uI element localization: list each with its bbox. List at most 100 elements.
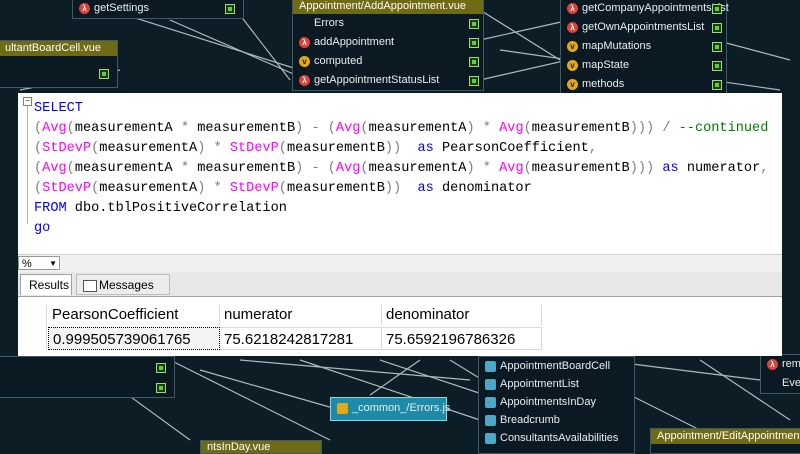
node-row: λ getCompanyAppointmentsList [561, 0, 729, 18]
node-row: v mapState [561, 56, 726, 75]
sql-editor[interactable]: − SELECT (Avg(measurementA * measurement… [18, 93, 782, 253]
code-token: PearsonCoefficient [433, 141, 589, 156]
node-row: AppointmentList [479, 375, 634, 393]
port-icon [712, 80, 722, 90]
node-row: AppointmentsInDay [479, 393, 634, 411]
port-icon [469, 76, 479, 86]
port-icon [156, 363, 166, 373]
code-token: ( [278, 181, 287, 196]
node-row: v computed [293, 52, 483, 71]
lambda-icon: λ [299, 74, 310, 86]
v-icon: v [567, 40, 578, 52]
component-icon [485, 360, 496, 372]
code-token: StDevP [229, 181, 279, 196]
graph-node-consultantboardcell: ultantBoardCell.vue [0, 40, 118, 88]
code-token: , [760, 161, 769, 176]
code-token: ) - ( [295, 121, 336, 136]
code-token: ( [34, 181, 43, 196]
code-token: measurementB [189, 121, 296, 136]
lambda-icon: λ [567, 2, 578, 14]
column-header-pearsoncoefficient[interactable]: PearsonCoefficient [48, 305, 220, 325]
file-icon [337, 402, 348, 414]
node-row: v mapMutations [561, 37, 726, 56]
code-token: FROM [34, 201, 67, 216]
code-token: measurementA [74, 161, 181, 176]
graph-node-errors-js: _common_/Errors.js [330, 397, 450, 421]
code-token: ( [34, 161, 43, 176]
code-token: measurementB [531, 121, 630, 136]
code-token: ( [278, 141, 287, 156]
code-token: StDevP [42, 181, 92, 196]
code-token: numerator [678, 161, 761, 176]
code-token: denominator [433, 181, 532, 196]
result-cell[interactable]: 75.6218242817281 [220, 327, 382, 350]
code-token: --continued [678, 121, 769, 136]
code-token: ) * [197, 141, 230, 156]
row-header [20, 305, 47, 350]
node-row: Errors [293, 14, 483, 33]
lambda-icon: λ [79, 2, 90, 14]
graph-node-components-list: AppointmentBoardCell AppointmentList App… [478, 356, 635, 454]
column-header-denominator[interactable]: denominator [382, 305, 542, 325]
node-title: Appointment/AddAppointment.vue [293, 0, 483, 14]
code-token: ) * [197, 181, 230, 196]
port-icon [712, 23, 722, 33]
code-token: as [662, 161, 679, 176]
code-token: * [180, 121, 190, 136]
code-token: measurementA [99, 141, 198, 156]
code-token: Avg [42, 121, 67, 136]
code-token: ( [523, 161, 532, 176]
result-cell[interactable]: 75.6592196786326 [382, 327, 542, 350]
code-line: (Avg(measurementA * measurementB) - (Avg… [34, 119, 768, 138]
code-token: Avg [335, 121, 361, 136]
column-header-numerator[interactable]: numerator [220, 305, 382, 325]
code-token: measurementA [99, 181, 198, 196]
fold-guide [27, 106, 28, 224]
code-line: (Avg(measurementA * measurementB) - (Avg… [34, 159, 768, 178]
node-title: ntsInDay.vue [201, 441, 321, 453]
code-token: measurementA [368, 121, 467, 136]
code-token: Avg [499, 161, 524, 176]
port-icon [712, 42, 722, 52]
code-token: ) - ( [295, 161, 336, 176]
result-cell[interactable]: 0.999505739061765 [48, 327, 220, 350]
lambda-icon: λ [767, 358, 778, 370]
v-icon: v [567, 59, 578, 71]
collapse-icon[interactable]: − [23, 97, 32, 106]
zoom-select[interactable]: % ▼ [18, 256, 60, 270]
v-icon: v [567, 78, 578, 90]
tab-label: Messages [99, 278, 154, 292]
graph-node-getsettings: λ getSettings [72, 0, 244, 19]
code-token: ) * [466, 121, 500, 136]
component-icon [485, 378, 496, 390]
node-row: v methods [561, 75, 726, 94]
results-tabs: Results Messages [18, 272, 782, 297]
blank-icon [299, 18, 310, 29]
code-token: as [417, 181, 434, 196]
code-token: )) [384, 181, 418, 196]
port-icon [469, 38, 479, 48]
node-row: λ addAppointment [293, 33, 483, 52]
port-icon [712, 61, 722, 71]
tab-messages[interactable]: Messages [76, 274, 170, 295]
port-icon [225, 4, 235, 14]
lambda-icon: λ [299, 36, 310, 48]
code-token: * [180, 161, 190, 176]
graph-node-left-stub [0, 356, 175, 398]
graph-node-appointmentsinday: ntsInDay.vue [200, 440, 322, 454]
node-row: λ getAppointmentStatusList [293, 71, 483, 90]
node-row: ConsultantsAvailabilities [479, 429, 634, 447]
code-token: measurementB [531, 161, 630, 176]
code-token: go [34, 221, 51, 236]
code-token: measurementA [74, 121, 181, 136]
code-token: Avg [335, 161, 361, 176]
node-row: λ getOwnAppointmentsList [561, 18, 726, 37]
code-token: measurementA [368, 161, 467, 176]
code-token: ) * [466, 161, 500, 176]
tab-results[interactable]: Results [20, 274, 72, 295]
graph-node-editappointment: Appointment/EditAppointment.vue [650, 428, 800, 454]
code-token: ))) [629, 161, 663, 176]
code-token: Avg [499, 121, 524, 136]
code-token: ( [523, 121, 532, 136]
port-icon [469, 57, 479, 67]
